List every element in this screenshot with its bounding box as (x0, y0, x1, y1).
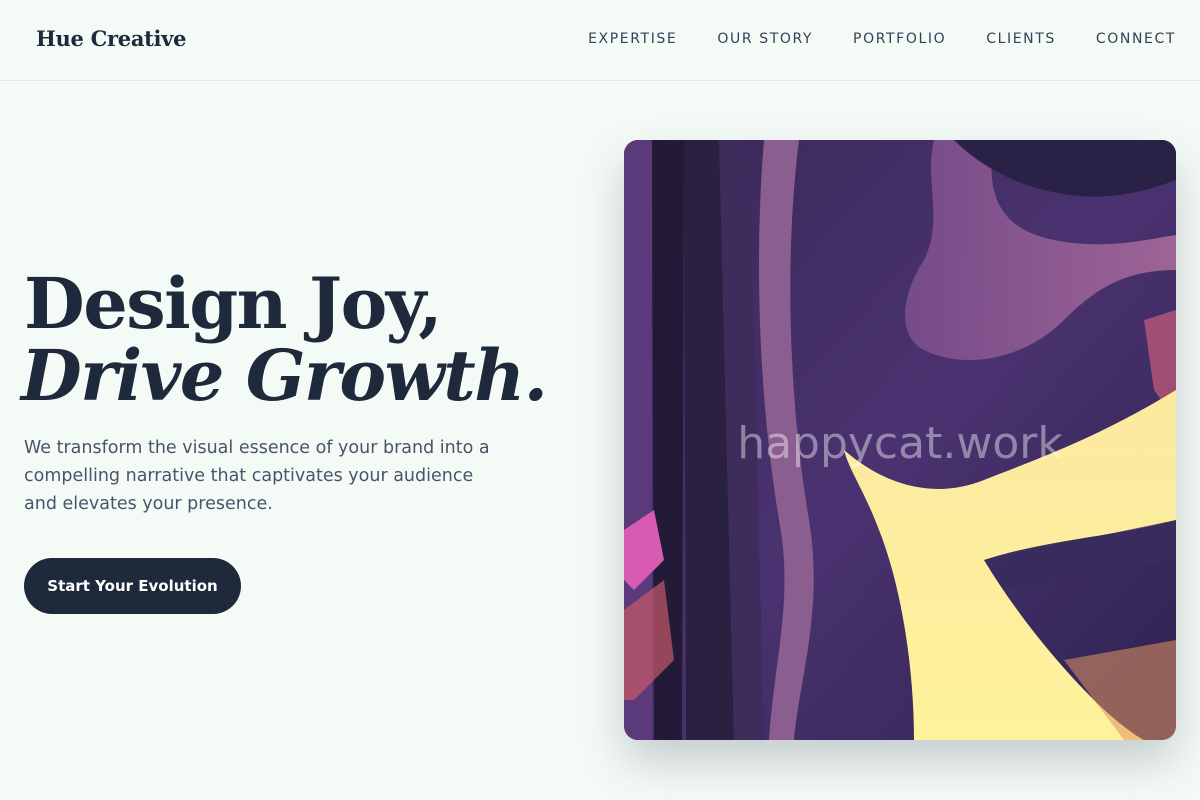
image-watermark: happycat.work (737, 418, 1063, 469)
hero-headline: Design Joy, Drive Growth. (21, 262, 548, 417)
brand-logo[interactable]: Hue Creative (36, 26, 186, 51)
nav-our-story[interactable]: OUR STORY (717, 31, 813, 47)
hero-subtitle: We transform the visual essence of your … (24, 438, 490, 514)
hero-artwork-image: happycat.work (624, 140, 1176, 740)
main-nav: EXPERTISE OUR STORY PORTFOLIO CLIENTS CO… (588, 31, 1176, 47)
headline-line-1: Design Joy, (24, 262, 443, 345)
site-header: Hue Creative EXPERTISE OUR STORY PORTFOL… (0, 0, 1200, 81)
nav-connect[interactable]: CONNECT (1096, 31, 1176, 47)
start-evolution-button[interactable]: Start Your Evolution (24, 558, 241, 614)
nav-expertise[interactable]: EXPERTISE (588, 31, 677, 47)
headline-line-2: Drive Growth. (21, 334, 548, 417)
nav-portfolio[interactable]: PORTFOLIO (853, 31, 946, 47)
nav-clients[interactable]: CLIENTS (986, 31, 1056, 47)
